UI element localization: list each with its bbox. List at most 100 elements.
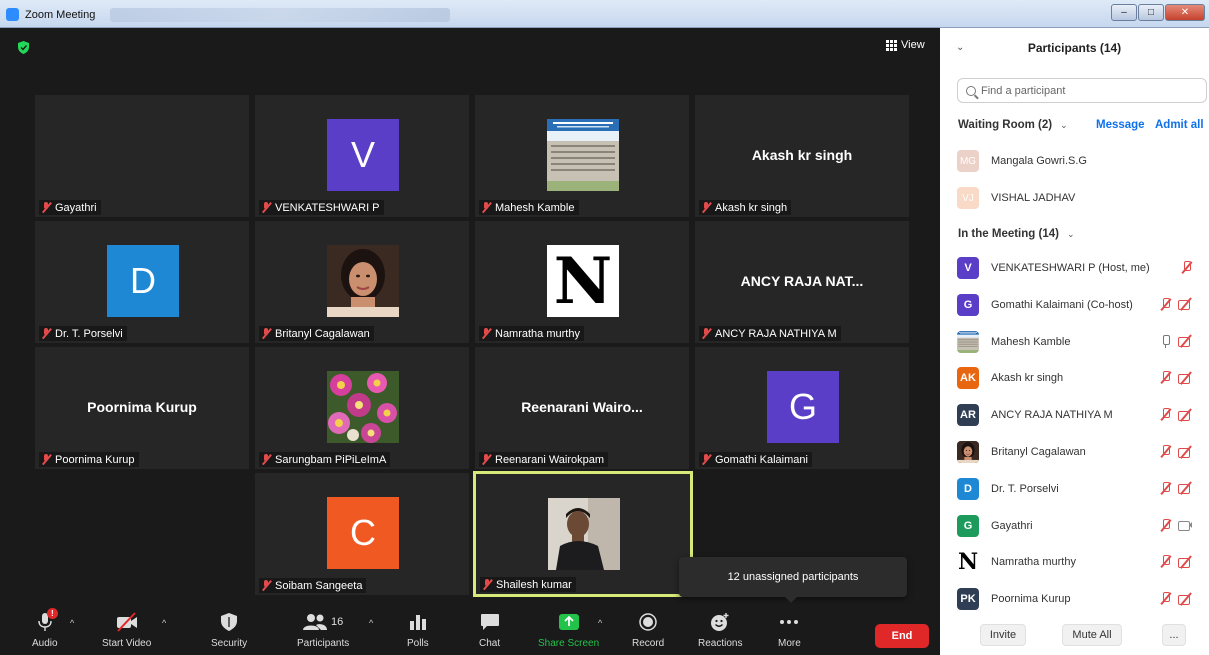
video-tile[interactable]: Shailesh kumar [473,471,693,597]
share-screen-button[interactable]: Share Screen [538,610,599,649]
participant-row[interactable]: Britanyl Cagalawan [957,440,1207,464]
mute-all-button[interactable]: Mute All [1062,624,1122,646]
avatar-initials: N [957,551,979,574]
video-tile[interactable]: Britanyl Cagalawan [255,221,469,343]
share-options-caret-icon[interactable]: ^ [598,618,602,628]
participant-row[interactable]: V VENKATESHWARI P (Host, me) [957,256,1207,280]
video-tile[interactable]: Reenarani Wairo... Reenarani Wairokpam [475,347,689,469]
participant-row[interactable]: AK Akash kr singh [957,366,1207,390]
panel-footer: Invite Mute All ... [940,620,1209,650]
mic-muted-icon[interactable] [1159,297,1172,311]
shield-icon [221,610,238,634]
participant-row[interactable]: Mahesh Kamble [957,330,1207,354]
tile-name: Dr. T. Porselvi [55,327,123,340]
more-button[interactable]: More [778,610,801,649]
avatar [957,441,979,463]
video-tile[interactable]: ANCY RAJA NAT... ANCY RAJA NATHIYA M [695,221,909,343]
minimize-button[interactable]: – [1111,4,1137,21]
video-tile[interactable]: N Namratha murthy [475,221,689,343]
polls-button[interactable]: Polls [407,610,429,649]
message-waiting-room-link[interactable]: Message [1096,119,1145,131]
reactions-button[interactable]: Reactions [698,610,742,649]
tile-name: Poornima Kurup [55,453,135,466]
participant-row[interactable]: PK Poornima Kurup [957,587,1207,611]
tile-photo [327,245,399,317]
video-tile[interactable]: Sarungbam PiPiLeImA [255,347,469,469]
tile-avatar: V [327,119,399,191]
video-tile[interactable]: Mahesh Kamble [475,95,689,217]
close-button[interactable]: ✕ [1165,4,1205,21]
tile-avatar-letter: G [788,386,817,427]
participant-row[interactable]: N Namratha murthy [957,550,1207,574]
participants-button[interactable]: 16 Participants [297,610,349,649]
mic-muted-icon [261,454,272,465]
avatar-initials: G [963,519,973,532]
admit-all-link[interactable]: Admit all [1155,119,1204,131]
in-meeting-header[interactable]: In the Meeting (14) ⌄ [958,228,1075,240]
shield-icon[interactable] [18,41,29,54]
video-tile[interactable]: Gayathri [35,95,249,217]
avatar-initials: D [964,482,972,495]
maximize-button[interactable]: □ [1138,4,1164,21]
participant-status-icons [1159,481,1193,495]
invite-button[interactable]: Invite [980,624,1026,646]
mic-muted-icon [481,328,492,339]
participants-options-caret-icon[interactable]: ^ [369,618,373,628]
end-meeting-button[interactable]: End [875,624,929,648]
mic-muted-icon [261,202,272,213]
video-tile[interactable]: Poornima Kurup Poornima Kurup [35,347,249,469]
waiting-participant-row[interactable]: VJ VISHAL JADHAV [957,186,1207,210]
video-off-icon [1178,446,1193,458]
waiting-participant-row[interactable]: MG Mangala Gowri.S.G [957,149,1207,173]
tile-photo [327,371,399,443]
video-tile[interactable]: D Dr. T. Porselvi [35,221,249,343]
avatar-initials: MG [959,155,977,167]
microphone-icon: ! [37,608,58,634]
start-video-button[interactable]: Start Video [102,610,151,649]
chat-button[interactable]: Chat [479,610,500,649]
mic-muted-icon[interactable] [1159,371,1172,384]
tile-name-label: Sarungbam PiPiLeImA [259,452,391,467]
mic-muted-icon[interactable] [1159,481,1172,495]
participants-count: 16 [331,616,344,628]
waiting-room-header[interactable]: Waiting Room (2) ⌄ [958,119,1068,131]
view-button[interactable]: View [886,39,925,51]
panel-title: Participants (14) [1027,41,1122,55]
record-icon [639,610,657,634]
mic-muted-icon[interactable] [1159,408,1172,421]
participant-row[interactable]: G Gomathi Kalaimani (Co-host) [957,293,1207,317]
record-button[interactable]: Record [632,610,664,649]
mic-muted-icon[interactable] [1159,555,1172,568]
audio-options-caret-icon[interactable]: ^ [70,618,74,628]
more-options-button[interactable]: ... [1162,624,1186,646]
tile-name-label: Namratha murthy [479,326,584,341]
tile-name: Soibam Sangeeta [275,579,363,592]
tile-avatar-letter: V [350,134,375,175]
video-options-caret-icon[interactable]: ^ [162,618,166,628]
mic-muted-icon[interactable] [1180,261,1193,274]
mic-muted-icon [261,328,272,339]
participant-status-icons [1159,334,1193,348]
tile-avatar: C [327,497,399,569]
audio-button[interactable]: ! Audio [32,608,58,649]
participant-row[interactable]: G Gayathri [957,514,1207,538]
tile-avatar: D [107,245,179,317]
mic-muted-icon[interactable] [1159,445,1172,458]
video-tile[interactable]: C Soibam Sangeeta [255,473,469,595]
mic-muted-icon [481,202,492,213]
video-tile[interactable]: G Gomathi Kalaimani [695,347,909,469]
participant-search-input[interactable]: Find a participant [957,78,1207,103]
video-camera-icon [1178,519,1193,532]
participant-row[interactable]: AR ANCY RAJA NATHIYA M [957,403,1207,427]
tile-name: Namratha murthy [495,327,580,340]
video-tile[interactable]: Akash kr singh Akash kr singh [695,95,909,217]
tile-name-label: Gomathi Kalaimani [699,452,812,467]
security-button[interactable]: Security [211,610,247,649]
tile-name: Akash kr singh [715,201,788,214]
microphone-icon[interactable] [1159,334,1172,348]
video-tile[interactable]: V VENKATESHWARI P [255,95,469,217]
participant-name: VISHAL JADHAV [991,192,1076,204]
participant-row[interactable]: D Dr. T. Porselvi [957,477,1207,501]
mic-muted-icon[interactable] [1159,518,1172,532]
mic-muted-icon[interactable] [1159,592,1172,605]
